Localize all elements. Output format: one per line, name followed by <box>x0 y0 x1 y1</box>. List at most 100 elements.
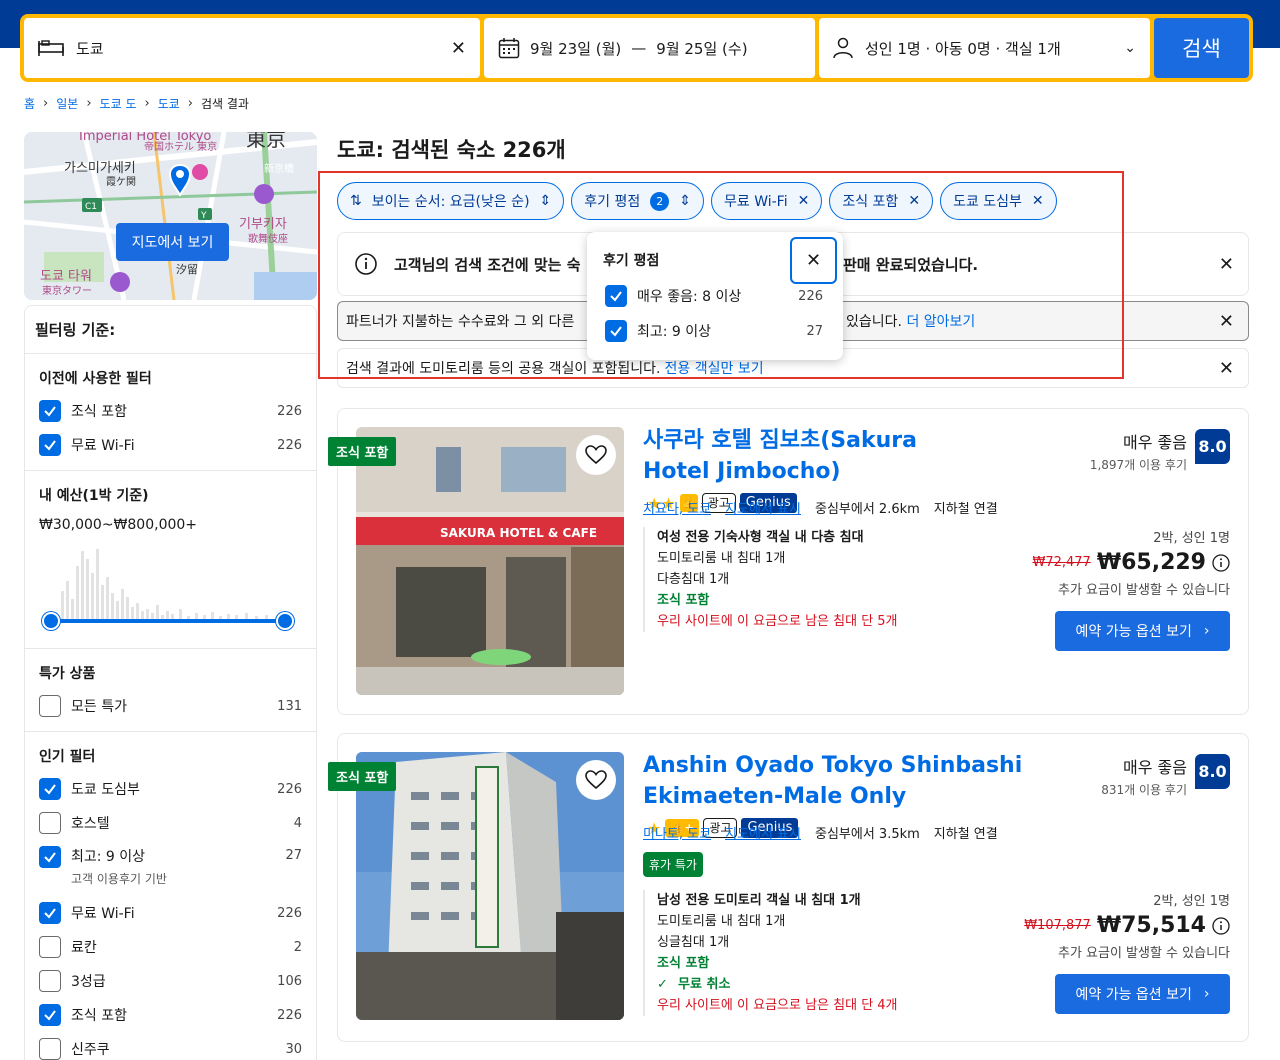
remove-chip-icon[interactable]: ✕ <box>798 193 810 209</box>
checkbox-checked[interactable] <box>39 400 61 422</box>
area-link[interactable]: 미나토, 도쿄 <box>643 823 711 842</box>
checkbox-checked[interactable] <box>39 1004 61 1026</box>
see-availability-button[interactable]: 예약 가능 옵션 보기 › <box>1055 974 1230 1014</box>
checkbox-checked[interactable] <box>605 320 627 342</box>
guests-field[interactable]: 성인 1명 · 아동 0명 · 객실 1개 ⌄ <box>819 18 1150 78</box>
sort-chip[interactable]: ⇅ 보이는 순서: 요금(낮은 순) ⇕ <box>337 182 565 220</box>
filter-count: 106 <box>277 973 302 989</box>
area-link[interactable]: 치요다, 도쿄 <box>643 498 711 517</box>
review-rating[interactable]: 매우 좋음 1,897개 이용 후기 8.0 <box>1090 429 1230 473</box>
review-score-chip[interactable]: 후기 평점 2 ⇕ <box>571 182 704 220</box>
destination-value: 도쿄 <box>76 39 104 58</box>
map-label-shiodome: 汐留 <box>176 262 198 276</box>
filter-count: 226 <box>277 781 302 797</box>
save-favorite-button[interactable] <box>576 760 616 800</box>
filter-row-wifi-popular[interactable]: 무료 Wi-Fi 226 <box>39 896 302 930</box>
info-icon[interactable] <box>1212 553 1230 572</box>
distance-text: 중심부에서 2.6km <box>814 502 920 517</box>
dropdown-option-very-good[interactable]: 매우 좋음: 8 이상 226 <box>605 285 823 307</box>
dates-field[interactable]: 9월 23일 (월) — 9월 25일 (수) <box>484 18 815 78</box>
breakfast-ribbon: 조식 포함 <box>328 762 397 791</box>
close-notice-icon[interactable]: ✕ <box>1219 254 1234 275</box>
map-preview[interactable]: Imperial Hotel Tokyo 帝国ホテル 東京 東京 가스미가세키 … <box>24 132 317 300</box>
info-icon[interactable] <box>1212 916 1230 935</box>
wifi-chip[interactable]: 무료 Wi-Fi ✕ <box>710 182 823 220</box>
budget-slider-track[interactable] <box>51 619 286 623</box>
bed-icon <box>38 40 64 56</box>
review-rating[interactable]: 매우 좋음 831개 이용 후기 8.0 <box>1101 754 1230 798</box>
chevron-right-icon: › <box>1203 986 1210 1002</box>
scarcity-message: 우리 사이트에 이 요금으로 남은 침대 단 4개 <box>657 998 898 1013</box>
show-on-map-link[interactable]: 지도에서 표시 <box>725 498 801 517</box>
close-dropdown-button[interactable]: ✕ <box>790 237 837 284</box>
breadcrumb-country[interactable]: 일본 <box>56 95 78 112</box>
remove-chip-icon[interactable]: ✕ <box>908 193 920 209</box>
checkbox-unchecked[interactable] <box>39 695 61 717</box>
dropdown-option-superb[interactable]: 최고: 9 이상 27 <box>605 320 823 342</box>
room-title: 남성 전용 도미토리 객실 내 침대 1개 <box>657 893 861 908</box>
filter-row-downtown[interactable]: 도쿄 도심부 226 <box>39 772 302 806</box>
save-favorite-button[interactable] <box>576 435 616 475</box>
guests-value: 성인 1명 · 아동 0명 · 객실 1개 <box>865 39 1061 58</box>
budget-max-handle[interactable] <box>276 612 294 630</box>
filter-sidebar: 필터링 기준: 이전에 사용한 필터 조식 포함 226 무료 Wi-Fi 22… <box>24 305 317 1060</box>
room-line: 싱글침대 1개 <box>657 935 730 950</box>
learn-more-link[interactable]: 더 알아보기 <box>906 314 975 330</box>
filter-row-3star[interactable]: 3성급 106 <box>39 964 302 998</box>
close-notice-icon[interactable]: ✕ <box>1219 358 1234 379</box>
option-count: 27 <box>806 323 823 339</box>
breadcrumb-home[interactable]: 홈 <box>24 95 35 112</box>
checkbox-checked[interactable] <box>605 285 627 307</box>
checkbox-unchecked[interactable] <box>39 812 61 834</box>
filter-row-all-deals[interactable]: 모든 특가 131 <box>39 689 302 723</box>
search-button[interactable]: 검색 <box>1154 18 1249 78</box>
hotel-name-link[interactable]: 사쿠라 호텔 짐보초(Sakura Hotel Jimbocho) <box>643 428 917 484</box>
filter-row-breakfast-popular[interactable]: 조식 포함 226 <box>39 998 302 1032</box>
chevron-right-icon: › <box>1203 623 1210 639</box>
dormitory-text: 검색 결과에 도미토리룸 등의 공용 객실이 포함됩니다. <box>346 361 661 377</box>
filter-row-breakfast[interactable]: 조식 포함 226 <box>39 394 302 428</box>
filter-row-hostel[interactable]: 호스텔 4 <box>39 806 302 840</box>
clear-destination-icon[interactable]: ✕ <box>451 38 466 59</box>
checkbox-checked[interactable] <box>39 902 61 924</box>
checkbox-checked[interactable] <box>39 846 61 868</box>
occupancy-text: 2박, 성인 1명 <box>1153 531 1230 546</box>
filter-label: 신주쿠 <box>71 1042 110 1058</box>
breadcrumb-prefecture[interactable]: 도쿄 도 <box>100 95 137 112</box>
previous-filters-heading: 이전에 사용한 필터 <box>39 371 152 387</box>
close-notice-icon[interactable]: ✕ <box>1219 311 1234 332</box>
hotel-name-link[interactable]: Anshin Oyado Tokyo Shinbashi Ekimaeten-M… <box>643 753 1022 809</box>
show-on-map-link[interactable]: 지도에서 표시 <box>725 823 801 842</box>
downtown-chip[interactable]: 도쿄 도심부 ✕ <box>940 182 1057 220</box>
breakfast-chip[interactable]: 조식 포함 ✕ <box>829 182 934 220</box>
checkbox-unchecked[interactable] <box>39 936 61 958</box>
option-label: 최고: 9 이상 <box>637 324 712 340</box>
commission-text-end: 있습니다. <box>846 314 902 330</box>
destination-field[interactable]: 도쿄 ✕ <box>24 18 480 78</box>
date-separator: — <box>631 39 647 57</box>
filter-count: 226 <box>277 403 302 419</box>
hotel-card: SAKURA HOTEL & CAFE 조식 포함 사쿠라 호텔 짐보초(Sak… <box>328 408 1249 715</box>
old-price: ₩72,477 <box>1032 555 1091 570</box>
cta-label: 예약 가능 옵션 보기 <box>1075 987 1192 1003</box>
chevron-right-icon: › <box>144 96 150 111</box>
chevron-down-icon: ⌄ <box>1124 40 1136 56</box>
checkbox-unchecked[interactable] <box>39 1038 61 1060</box>
filter-label: 3성급 <box>71 974 106 990</box>
checkbox-unchecked[interactable] <box>39 970 61 992</box>
free-cancel-row: ✓ 무료 취소 <box>657 974 898 995</box>
remove-chip-icon[interactable]: ✕ <box>1032 193 1044 209</box>
breadcrumb-current: 검색 결과 <box>200 97 249 111</box>
show-on-map-button[interactable]: 지도에서 보기 <box>116 223 229 261</box>
filter-row-wifi[interactable]: 무료 Wi-Fi 226 <box>39 428 302 462</box>
checkbox-checked[interactable] <box>39 434 61 456</box>
checkbox-checked[interactable] <box>39 778 61 800</box>
see-availability-button[interactable]: 예약 가능 옵션 보기 › <box>1055 611 1230 651</box>
filter-row-ryokan[interactable]: 료칸 2 <box>39 930 302 964</box>
sort-arrows-icon: ⇅ <box>350 193 362 209</box>
filter-row-shinjuku[interactable]: 신주쿠 30 <box>39 1032 302 1060</box>
breadcrumb-city[interactable]: 도쿄 <box>158 95 180 112</box>
private-rooms-link[interactable]: 전용 객실만 보기 <box>665 358 764 378</box>
budget-min-handle[interactable] <box>42 612 60 630</box>
filter-row-superb[interactable]: 최고: 9 이상 27 고객 이용후기 기반 <box>39 840 302 896</box>
